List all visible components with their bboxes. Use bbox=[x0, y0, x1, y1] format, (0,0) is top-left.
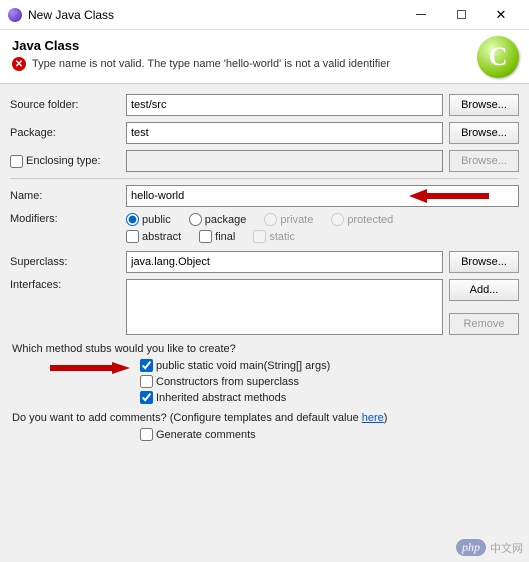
dialog-header: Java Class ✕ Type name is not valid. The… bbox=[0, 30, 529, 84]
name-label: Name: bbox=[10, 190, 120, 202]
browse-enclosing-button: Browse... bbox=[449, 150, 519, 172]
modifier-abstract-checkbox[interactable] bbox=[126, 230, 139, 243]
name-input[interactable] bbox=[126, 185, 519, 207]
browse-superclass-button[interactable]: Browse... bbox=[449, 251, 519, 273]
generate-comments[interactable]: Generate comments bbox=[140, 428, 519, 441]
package-input[interactable] bbox=[126, 122, 443, 144]
modifier-public[interactable]: public bbox=[126, 213, 171, 226]
divider bbox=[10, 178, 519, 179]
package-label: Package: bbox=[10, 127, 120, 139]
watermark: php 中文网 bbox=[456, 539, 523, 556]
annotation-arrow-icon bbox=[50, 360, 130, 376]
browse-source-button[interactable]: Browse... bbox=[449, 94, 519, 116]
stub-main-checkbox[interactable] bbox=[140, 359, 153, 372]
generate-comments-checkbox[interactable] bbox=[140, 428, 153, 441]
configure-templates-link[interactable]: here bbox=[362, 412, 384, 424]
error-text: Type name is not valid. The type name 'h… bbox=[32, 58, 390, 70]
stub-constructors[interactable]: Constructors from superclass bbox=[140, 375, 519, 388]
stub-constructors-checkbox[interactable] bbox=[140, 375, 153, 388]
stubs-question: Which method stubs would you like to cre… bbox=[12, 343, 519, 355]
enclosing-type-input bbox=[126, 150, 443, 172]
class-banner-icon: C bbox=[477, 36, 519, 78]
form-body: Source folder: Browse... Package: Browse… bbox=[0, 84, 529, 454]
modifier-final[interactable]: final bbox=[199, 230, 235, 243]
maximize-button[interactable] bbox=[441, 0, 481, 30]
modifier-protected: protected bbox=[331, 213, 393, 226]
modifier-static-checkbox bbox=[253, 230, 266, 243]
source-folder-input[interactable] bbox=[126, 94, 443, 116]
close-button[interactable] bbox=[481, 0, 521, 30]
interfaces-list[interactable] bbox=[126, 279, 443, 335]
modifier-public-radio[interactable] bbox=[126, 213, 139, 226]
add-interface-button[interactable]: Add... bbox=[449, 279, 519, 301]
source-folder-label: Source folder: bbox=[10, 99, 120, 111]
modifier-private: private bbox=[264, 213, 313, 226]
modifier-abstract[interactable]: abstract bbox=[126, 230, 181, 243]
modifier-package-radio[interactable] bbox=[189, 213, 202, 226]
modifier-package[interactable]: package bbox=[189, 213, 247, 226]
remove-interface-button: Remove bbox=[449, 313, 519, 335]
modifier-private-radio bbox=[264, 213, 277, 226]
watermark-cn: 中文网 bbox=[490, 540, 523, 556]
comments-question: Do you want to add comments? (Configure … bbox=[12, 412, 519, 424]
eclipse-icon bbox=[8, 8, 22, 22]
superclass-input[interactable] bbox=[126, 251, 443, 273]
stub-inherited[interactable]: Inherited abstract methods bbox=[140, 391, 519, 404]
stub-main[interactable]: public static void main(String[] args) bbox=[140, 359, 519, 372]
titlebar: New Java Class bbox=[0, 0, 529, 30]
enclosing-type-label: Enclosing type: bbox=[26, 155, 101, 167]
error-message: ✕ Type name is not valid. The type name … bbox=[12, 57, 517, 71]
interfaces-label: Interfaces: bbox=[10, 279, 120, 291]
window-title: New Java Class bbox=[28, 8, 401, 22]
stub-inherited-checkbox[interactable] bbox=[140, 391, 153, 404]
modifiers-label: Modifiers: bbox=[10, 213, 120, 225]
enclosing-type-toggle[interactable]: Enclosing type: bbox=[10, 155, 120, 168]
modifier-static: static bbox=[253, 230, 295, 243]
browse-package-button[interactable]: Browse... bbox=[449, 122, 519, 144]
error-icon: ✕ bbox=[12, 57, 26, 71]
page-title: Java Class bbox=[12, 38, 517, 53]
enclosing-type-checkbox[interactable] bbox=[10, 155, 23, 168]
watermark-php: php bbox=[456, 539, 486, 556]
modifier-final-checkbox[interactable] bbox=[199, 230, 212, 243]
minimize-button[interactable] bbox=[401, 0, 441, 30]
modifier-protected-radio bbox=[331, 213, 344, 226]
superclass-label: Superclass: bbox=[10, 256, 120, 268]
